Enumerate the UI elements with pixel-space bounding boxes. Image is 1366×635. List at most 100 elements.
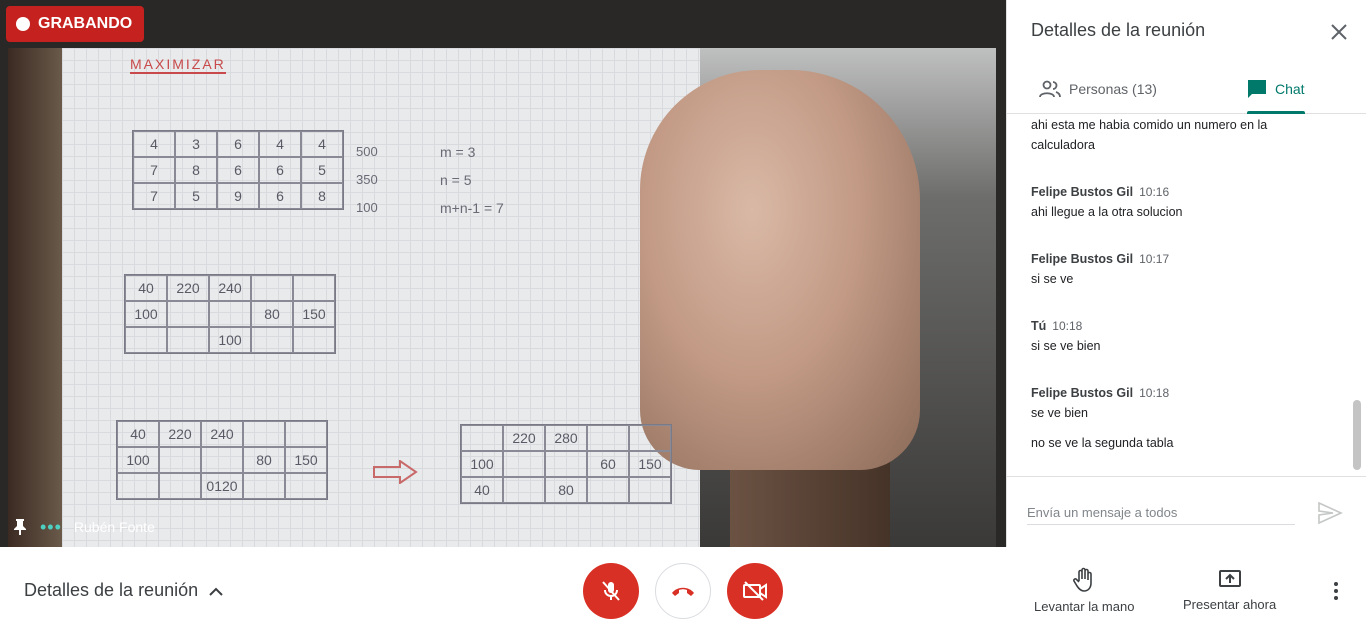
sketch-cell: 240 [201, 421, 243, 447]
sketch-cell: 4 [133, 131, 175, 157]
sketch-cell: 80 [243, 447, 285, 473]
chat-time: 10:18 [1052, 319, 1083, 333]
sketch-cell: 60 [587, 451, 629, 477]
sketch-cell: 100 [117, 447, 159, 473]
chat-time: 10:16 [1139, 185, 1170, 199]
sketch-cell: 220 [167, 275, 209, 301]
pin-icon[interactable] [12, 518, 28, 536]
tab-chat[interactable]: Chat [1247, 64, 1305, 114]
bottom-bar: Detalles de la reunión Levantar la mano … [0, 547, 1366, 635]
sketch-cell: 5 [301, 157, 343, 183]
chat-icon [1248, 80, 1266, 98]
sketch-cell: 100 [461, 451, 503, 477]
sketch-table-4: 220 280 100 60 150 40 80 [460, 424, 672, 504]
meeting-details-label: Detalles de la reunión [24, 580, 199, 600]
chat-sender: Felipe Bustos Gil [1031, 185, 1134, 199]
sketch-cell: 6 [217, 131, 259, 157]
panel-tabs: Personas (13) Chat [1007, 64, 1366, 114]
sketch-cell: 7 [133, 183, 175, 209]
chat-message: Tú 10:18 si se ve bien [1031, 316, 1331, 356]
sketch-cell: 8 [175, 157, 217, 183]
raise-hand-label: Levantar la mano [1034, 599, 1135, 614]
chat-sender: Felipe Bustos Gil [1031, 386, 1134, 400]
sketch-cell: 9 [217, 183, 259, 209]
sketch-cell: 40 [117, 421, 159, 447]
sketch-cell: 240 [209, 275, 251, 301]
sketch-cell: 8 [301, 183, 343, 209]
send-icon[interactable] [1317, 501, 1343, 525]
sketch-cell [251, 275, 293, 301]
sketch-cell [243, 421, 285, 447]
participant-name-bar: ••• Rubén Fonte [0, 510, 155, 544]
sketch-table-1-side: 500 350 100 [356, 144, 378, 215]
participant-name: Rubén Fonte [73, 519, 155, 535]
camera-off-icon [743, 581, 767, 601]
sketch-cell: 4 [259, 131, 301, 157]
tab-people[interactable]: Personas (13) [1039, 64, 1157, 114]
meeting-details-panel: Detalles de la reunión Personas (13) Cha… [1006, 0, 1366, 547]
sketch-cell [293, 275, 335, 301]
chat-message: Felipe Bustos Gil 10:16 ahi llegue a la o… [1031, 182, 1331, 222]
sketch-cell [587, 477, 629, 503]
sketch-cell: 150 [293, 301, 335, 327]
hang-up-button[interactable] [655, 563, 711, 619]
sketch-cell: 3 [175, 131, 217, 157]
sketch-cell: 220 [503, 425, 545, 451]
sketch-cell: 40 [125, 275, 167, 301]
sketch-cell: 80 [251, 301, 293, 327]
chat-message-text: ahi llegue a la otra solucion [1031, 205, 1183, 219]
sketch-cell [167, 327, 209, 353]
present-now-label: Presentar ahora [1183, 597, 1277, 612]
more-options-icon[interactable] [1326, 579, 1346, 603]
sketch-cell: 5 [175, 183, 217, 209]
tab-chat-underline [1247, 111, 1305, 114]
sketch-table-3: 40 220 240 100 80 150 0120 [116, 420, 328, 500]
sketch-cell [285, 473, 327, 499]
sketch-cell: 150 [629, 451, 671, 477]
camera-off-button[interactable] [727, 563, 783, 619]
chat-message: ahi esta me habia comido un numero en la… [1031, 115, 1331, 155]
sketch-cell: 6 [259, 157, 301, 183]
sketch-cell [125, 327, 167, 353]
present-now-button[interactable]: Presentar ahora [1183, 567, 1276, 612]
people-icon [1039, 80, 1061, 98]
panel-title: Detalles de la reunión [1031, 20, 1206, 40]
sketch-cell [629, 477, 671, 503]
chat-sender: Tú [1031, 319, 1047, 333]
tab-people-label: Personas (13) [1069, 81, 1157, 97]
chat-scrollbar[interactable] [1353, 400, 1361, 470]
sketch-cell [167, 301, 209, 327]
chat-message-text: si se ve [1031, 272, 1074, 286]
close-icon[interactable] [1327, 20, 1351, 44]
video-stage: MAXIMIZAR 43644 78665 75968 500 350 100 m … [0, 0, 1006, 547]
chat-time: 10:17 [1139, 252, 1170, 266]
chat-input[interactable] [1027, 501, 1295, 525]
chat-time: 10:18 [1139, 386, 1170, 400]
mic-off-button[interactable] [583, 563, 639, 619]
sketch-cell [159, 447, 201, 473]
participant-video: MAXIMIZAR 43644 78665 75968 500 350 100 m … [0, 0, 1006, 547]
sketch-cell [243, 473, 285, 499]
record-dot-icon [16, 17, 30, 31]
arrow-icon [373, 460, 418, 484]
recording-label: GRABANDO [38, 15, 133, 32]
sketch-cell [293, 327, 335, 353]
sketch-cell: 100 [209, 327, 251, 353]
sketch-cell [629, 425, 671, 451]
sketch-table-2: 40 220 240 100 80 150 100 [124, 274, 336, 354]
recording-badge: GRABANDO [6, 6, 145, 42]
chat-composer [1007, 476, 1366, 547]
raise-hand-button[interactable]: Levantar la mano [1034, 567, 1134, 614]
sheet-title: MAXIMIZAR [130, 56, 226, 74]
sketch-cell: 80 [545, 477, 587, 503]
present-icon [1218, 570, 1241, 587]
mic-off-icon [602, 581, 620, 601]
chat-message-text: si se ve bien [1031, 339, 1101, 353]
chat-message: Felipe Bustos Gil 10:18 se ve bien no se … [1031, 383, 1331, 453]
sketch-cell [503, 477, 545, 503]
sketch-cell [251, 327, 293, 353]
sketch-cell [587, 425, 629, 451]
chat-message-text: se ve bien [1031, 406, 1088, 420]
meeting-details-button[interactable]: Detalles de la reunión [24, 580, 224, 601]
hand [640, 70, 920, 470]
